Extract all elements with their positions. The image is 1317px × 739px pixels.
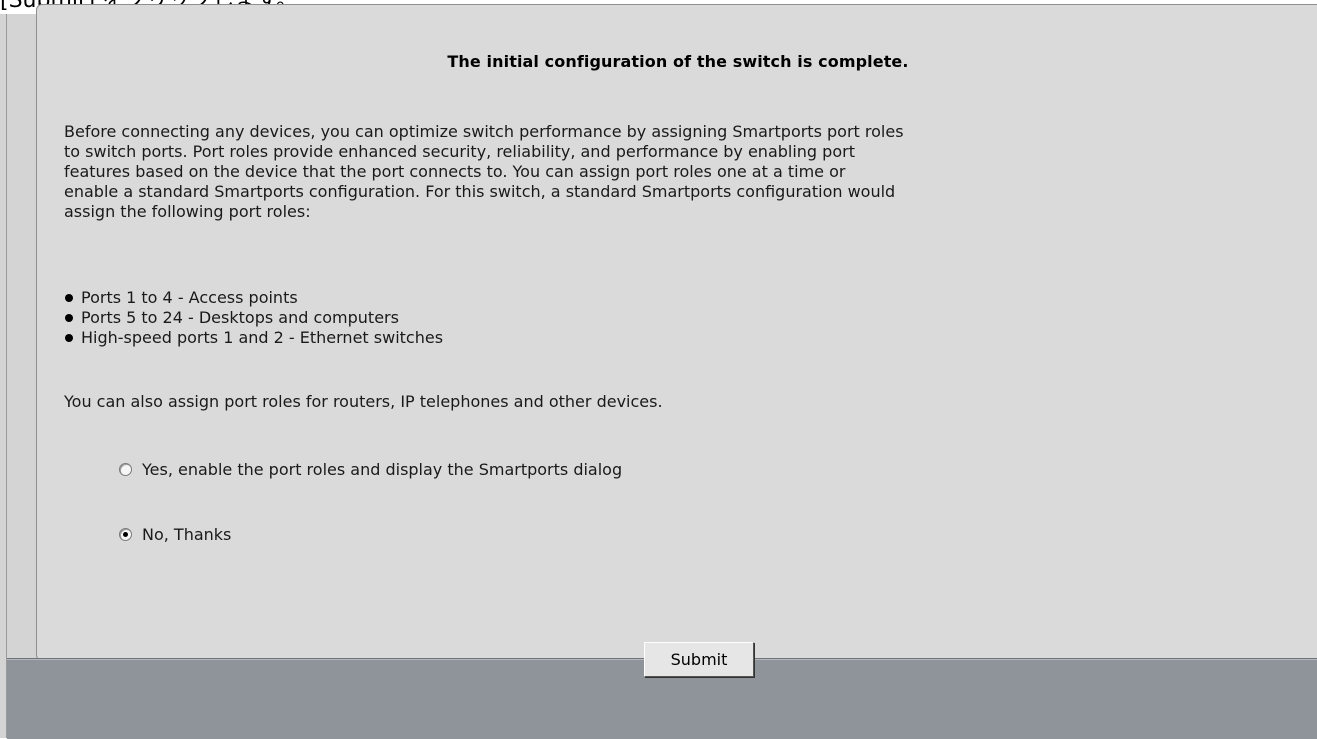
submit-button[interactable]: Submit (644, 642, 754, 677)
description-line: to switch ports. Port roles provide enha… (64, 142, 855, 161)
list-item-label: Ports 5 to 24 - Desktops and computers (81, 308, 399, 327)
bullet-icon (65, 294, 73, 302)
description-text: Before connecting any devices, you can o… (64, 122, 1317, 222)
completion-panel: The initial configuration of the switch … (36, 4, 1317, 661)
bullet-icon (65, 314, 73, 322)
option-no-thanks[interactable]: No, Thanks (119, 525, 231, 544)
list-item: Ports 5 to 24 - Desktops and computers (64, 308, 443, 328)
description-line: enable a standard Smartports configurati… (64, 182, 896, 201)
description-line: assign the following port roles: (64, 202, 311, 221)
config-window: The initial configuration of the switch … (0, 4, 1317, 739)
radio-yes[interactable] (119, 463, 132, 476)
bullet-icon (65, 334, 73, 342)
option-yes-enable-smartports[interactable]: Yes, enable the port roles and display t… (119, 460, 622, 479)
radio-no[interactable] (119, 528, 132, 541)
port-role-list: Ports 1 to 4 - Access points Ports 5 to … (64, 288, 443, 348)
left-border (6, 14, 7, 738)
list-item: High-speed ports 1 and 2 - Ethernet swit… (64, 328, 443, 348)
list-item-label: Ports 1 to 4 - Access points (81, 288, 298, 307)
list-item: Ports 1 to 4 - Access points (64, 288, 443, 308)
additional-info-text: You can also assign port roles for route… (64, 392, 663, 411)
panel-title: The initial configuration of the switch … (447, 52, 909, 71)
option-no-label[interactable]: No, Thanks (142, 525, 231, 544)
description-line: features based on the device that the po… (64, 162, 846, 181)
description-line: Before connecting any devices, you can o… (64, 122, 904, 141)
option-yes-label[interactable]: Yes, enable the port roles and display t… (142, 460, 622, 479)
list-item-label: High-speed ports 1 and 2 - Ethernet swit… (81, 328, 444, 347)
